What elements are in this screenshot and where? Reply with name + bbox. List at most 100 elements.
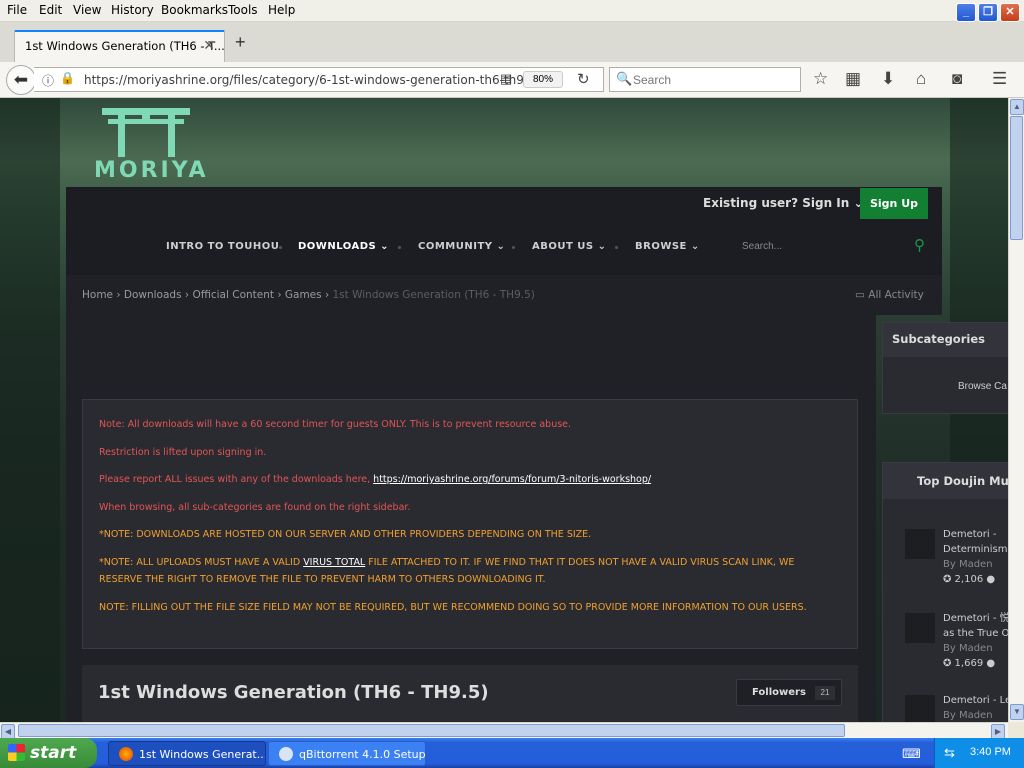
bookmark-star-icon[interactable]: ☆ bbox=[813, 69, 828, 89]
notice-text: Please report ALL issues with any of the… bbox=[99, 474, 371, 485]
nav-browse-label: BROWSE bbox=[635, 241, 687, 252]
nav-downloads-label: DOWNLOADS bbox=[298, 241, 377, 252]
doujin-thumbnail[interactable] bbox=[905, 613, 935, 643]
new-tab-button[interactable]: + bbox=[235, 32, 246, 53]
doujin-thumbnail[interactable] bbox=[905, 529, 935, 559]
virus-total-link[interactable]: VIRUS TOTAL bbox=[303, 557, 365, 568]
category-title: 1st Windows Generation (TH6 - TH9.5) bbox=[98, 682, 489, 703]
installer-icon bbox=[279, 747, 293, 761]
close-window-button[interactable]: ✕ bbox=[1000, 3, 1020, 22]
menu-icon[interactable]: ☰ bbox=[992, 69, 1007, 89]
logo-text: MORIYA bbox=[94, 158, 209, 183]
scroll-down-icon[interactable]: ▼ bbox=[1010, 704, 1024, 720]
nav-about-us-label: ABOUT US bbox=[532, 241, 594, 252]
restore-button[interactable]: ❐ bbox=[978, 3, 998, 22]
sign-in-link[interactable]: Existing user? Sign In ⌄ bbox=[703, 196, 864, 210]
nav-community-label: COMMUNITY bbox=[418, 241, 493, 252]
nav-separator bbox=[279, 246, 282, 249]
zoom-indicator[interactable]: 80% bbox=[523, 71, 563, 88]
followers-button[interactable]: Followers 21 bbox=[736, 679, 842, 706]
sign-in-label: Existing user? Sign In bbox=[703, 196, 850, 210]
menu-file[interactable]: File bbox=[7, 3, 27, 17]
nav-community[interactable]: COMMUNITY ⌄ bbox=[418, 241, 505, 252]
search-input[interactable]: 🔍 Search bbox=[609, 67, 801, 92]
breadcrumb-current: 1st Windows Generation (TH6 - TH9.5) bbox=[332, 289, 535, 301]
doujin-stats: ✪ 1,669 ● bbox=[943, 658, 996, 669]
info-icon[interactable]: ⓘ bbox=[42, 72, 54, 89]
search-icon: 🔍 bbox=[616, 71, 633, 86]
breadcrumb-official-content[interactable]: Official Content bbox=[192, 289, 274, 301]
notice-line: *NOTE: ALL UPLOADS MUST HAVE A VALID VIR… bbox=[99, 554, 839, 588]
lock-icon[interactable]: 🔒 bbox=[60, 71, 75, 85]
breadcrumb-games[interactable]: Games bbox=[285, 289, 322, 301]
start-label: start bbox=[30, 743, 77, 763]
vertical-scroll-thumb[interactable] bbox=[1010, 116, 1023, 240]
ad-space bbox=[82, 320, 858, 394]
navigation-bar: ⬅ ⓘ 🔒 https://moriyashrine.org/files/cat… bbox=[0, 62, 1024, 98]
menu-bar: File Edit View History Bookmarks Tools H… bbox=[0, 0, 1024, 22]
doujin-thumbnail[interactable] bbox=[905, 695, 935, 722]
notice-line: Restriction is lifted upon signing in. bbox=[99, 447, 267, 458]
doujin-title: Demetori - bbox=[943, 529, 997, 540]
taskbar-item-qbittorrent[interactable]: qBittorrent 4.1.0 Setup bbox=[268, 741, 426, 766]
background-foliage bbox=[0, 98, 60, 722]
torii-gate-icon bbox=[102, 108, 190, 157]
notice-line: *NOTE: DOWNLOADS ARE HOSTED ON OUR SERVE… bbox=[99, 529, 592, 540]
start-button[interactable]: start bbox=[0, 738, 97, 768]
workshop-link[interactable]: https://moriyashrine.org/forums/forum/3-… bbox=[373, 474, 651, 485]
keyboard-icon[interactable]: ⌨ bbox=[902, 746, 921, 762]
scroll-up-icon[interactable]: ▲ bbox=[1010, 99, 1024, 115]
browse-categories-link[interactable]: Browse Ca bbox=[958, 381, 1007, 392]
doujin-title: Demetori - 悦ん bbox=[943, 613, 1008, 624]
network-icon[interactable]: ⇆ bbox=[944, 745, 955, 761]
breadcrumb-home[interactable]: Home bbox=[82, 289, 113, 301]
windows-flag-icon bbox=[8, 744, 25, 761]
nav-downloads[interactable]: DOWNLOADS ⌄ bbox=[298, 241, 389, 252]
subcategories-box: Subcategories Browse Ca bbox=[882, 322, 1008, 414]
menu-help[interactable]: Help bbox=[268, 3, 295, 17]
reload-icon[interactable]: ↻ bbox=[577, 70, 590, 88]
library-icon[interactable]: ▦ bbox=[845, 69, 861, 89]
notice-line: Note: All downloads will have a 60 secon… bbox=[99, 419, 572, 430]
site-search-input[interactable]: Search... bbox=[742, 241, 782, 252]
reader-view-icon[interactable]: ▤ bbox=[500, 71, 512, 87]
taskbar-item-firefox[interactable]: 1st Windows Generat... bbox=[108, 741, 266, 766]
taskbar-item-label: 1st Windows Generat... bbox=[139, 748, 266, 761]
breadcrumb: Home › Downloads › Official Content › Ga… bbox=[82, 289, 535, 301]
system-tray: ⇆ 3:40 PM bbox=[934, 738, 1024, 768]
menu-bookmarks[interactable]: Bookmarks bbox=[161, 3, 228, 17]
url-bar[interactable]: ⓘ 🔒 https://moriyashrine.org/files/categ… bbox=[34, 67, 604, 92]
activity-icon: ▭ bbox=[855, 289, 865, 301]
tab-close-icon[interactable]: ✕ bbox=[203, 37, 215, 54]
doujin-item[interactable]: Demetori - 悦ん as the True O By Maden ✪ 1… bbox=[943, 611, 1008, 671]
site-search-icon[interactable]: ⚲ bbox=[914, 236, 925, 254]
menu-view[interactable]: View bbox=[73, 3, 101, 17]
breadcrumb-downloads[interactable]: Downloads bbox=[124, 289, 182, 301]
menu-tools[interactable]: Tools bbox=[228, 3, 258, 17]
vertical-scrollbar[interactable]: ▲ ▼ bbox=[1008, 98, 1024, 722]
doujin-item[interactable]: Demetori - Determinism& By Maden ✪ 2,106… bbox=[943, 527, 1008, 587]
menu-history[interactable]: History bbox=[111, 3, 154, 17]
nav-about-us[interactable]: ABOUT US ⌄ bbox=[532, 241, 606, 252]
sign-up-button[interactable]: Sign Up bbox=[860, 188, 928, 219]
taskbar-item-label: qBittorrent 4.1.0 Setup bbox=[299, 748, 426, 761]
back-button[interactable]: ⬅ bbox=[6, 65, 36, 95]
menu-edit[interactable]: Edit bbox=[39, 3, 62, 17]
downloads-notice: Note: All downloads will have a 60 secon… bbox=[82, 399, 858, 649]
nav-intro-to-touhou[interactable]: INTRO TO TOUHOU bbox=[166, 241, 279, 252]
nav-browse[interactable]: BROWSE ⌄ bbox=[635, 241, 700, 252]
doujin-item[interactable]: Demetori - Le By Maden bbox=[943, 693, 1008, 722]
horizontal-scroll-thumb[interactable] bbox=[18, 724, 845, 737]
tab-active[interactable]: 1st Windows Generation (TH6 - T... ✕ bbox=[14, 30, 225, 62]
home-icon[interactable]: ⌂ bbox=[916, 69, 926, 89]
minimize-button[interactable]: _ bbox=[956, 3, 976, 22]
site-logo[interactable]: MORIYA bbox=[80, 103, 215, 183]
horizontal-scrollbar[interactable]: ◀ ▶ bbox=[0, 722, 1008, 740]
download-icon[interactable]: ⬇ bbox=[881, 69, 895, 89]
pocket-icon[interactable]: ◙ bbox=[952, 69, 962, 89]
followers-count: 21 bbox=[815, 686, 835, 700]
doujin-title: Demetori - Le bbox=[943, 695, 1008, 706]
nav-separator bbox=[512, 246, 515, 249]
all-activity-link[interactable]: ▭ All Activity bbox=[855, 289, 924, 301]
url-text[interactable]: https://moriyashrine.org/files/category/… bbox=[84, 73, 536, 87]
